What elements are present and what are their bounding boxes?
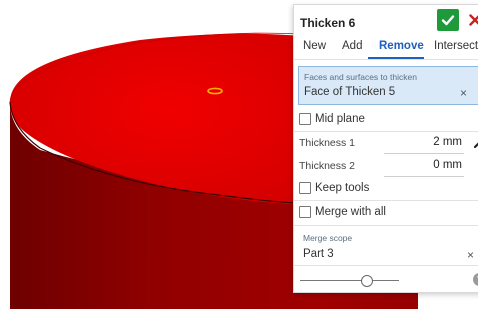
mid-plane-checkbox-box[interactable]	[299, 113, 311, 125]
merge-scope-value[interactable]: Part 3	[303, 248, 334, 260]
clear-selection-button[interactable]: ×	[460, 86, 467, 100]
keep-tools-label: Keep tools	[315, 182, 370, 194]
tab-remove[interactable]: Remove	[379, 40, 424, 52]
opacity-slider-thumb[interactable]	[361, 275, 374, 287]
thickness2-underline	[384, 176, 464, 177]
cancel-button[interactable]	[465, 10, 478, 30]
boolean-tabs: New Add Remove Intersect	[294, 35, 478, 59]
clear-merge-scope-button[interactable]: ×	[467, 248, 474, 262]
thickness1-label: Thickness 1	[299, 137, 356, 149]
mid-plane-label: Mid plane	[315, 113, 365, 125]
divider	[294, 131, 478, 132]
divider	[294, 265, 478, 266]
keep-tools-checkbox-box[interactable]	[299, 182, 311, 194]
tab-intersect[interactable]: Intersect	[434, 40, 478, 52]
tab-new[interactable]: New	[303, 40, 326, 52]
keep-tools-checkbox[interactable]: Keep tools	[299, 180, 369, 196]
merge-with-all-checkbox[interactable]: Merge with all	[299, 204, 386, 220]
merge-scope-label: Merge scope	[303, 233, 353, 243]
merge-with-all-label: Merge with all	[315, 206, 386, 218]
dialog-title: Thicken 6	[300, 16, 356, 30]
thickness1-input[interactable]: 2 mm	[433, 136, 462, 148]
accept-button[interactable]	[437, 9, 459, 31]
opacity-slider-track[interactable]	[300, 280, 399, 281]
divider	[294, 225, 478, 226]
flip-direction-arrow-icon[interactable]	[474, 134, 478, 148]
mid-plane-checkbox[interactable]: Mid plane	[299, 111, 365, 127]
divider	[294, 59, 478, 60]
faces-selection-field[interactable]: Faces and surfaces to thicken Face of Th…	[298, 66, 478, 105]
thickness1-underline	[384, 153, 464, 154]
checkmark-icon	[441, 15, 455, 26]
close-icon	[469, 14, 478, 26]
thicken-feature-dialog: Thicken 6 New Add Remove Intersect Faces…	[293, 4, 478, 293]
merge-with-all-checkbox-box[interactable]	[299, 206, 311, 218]
help-icon[interactable]: ?	[473, 273, 478, 286]
faces-selection-value: Face of Thicken 5	[304, 86, 396, 98]
faces-selection-label: Faces and surfaces to thicken	[304, 72, 417, 82]
thickness2-input[interactable]: 0 mm	[433, 159, 462, 171]
tab-add[interactable]: Add	[342, 40, 362, 52]
thickness2-label: Thickness 2	[299, 160, 356, 172]
divider	[294, 200, 478, 201]
